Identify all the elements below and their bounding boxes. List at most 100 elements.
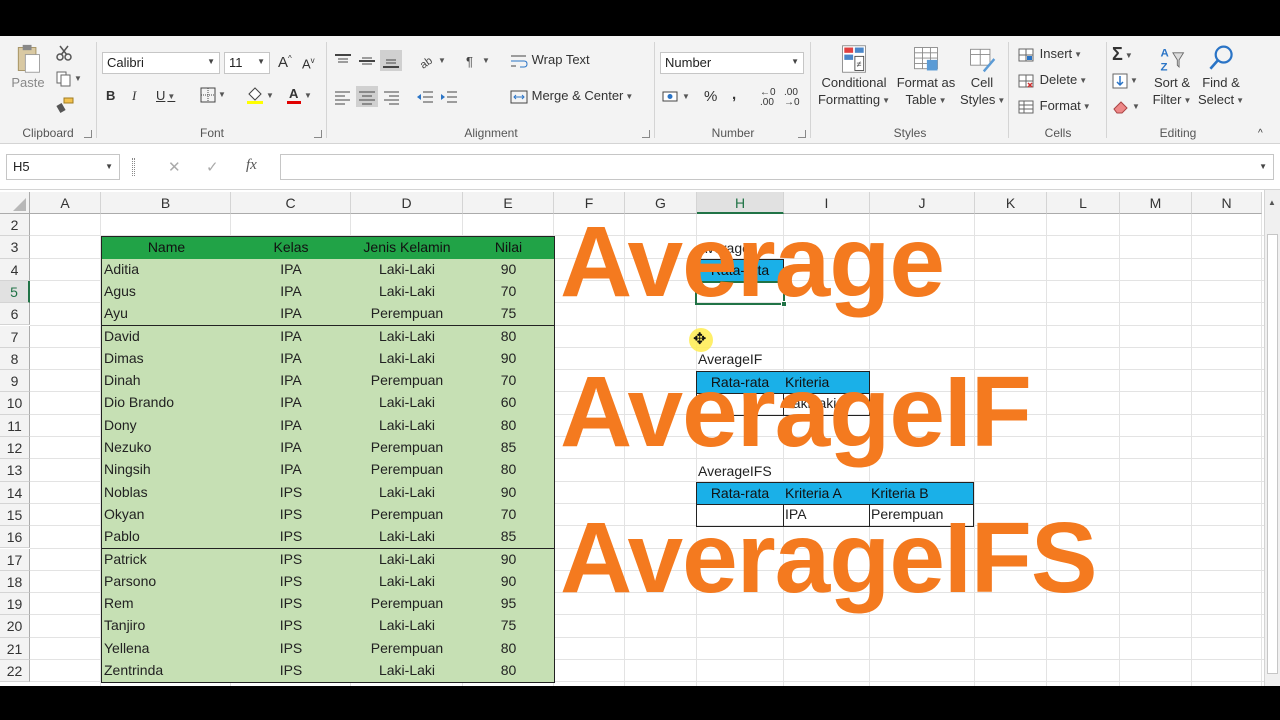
column-header-l[interactable]: L — [1047, 192, 1120, 214]
alignment-launcher[interactable] — [642, 130, 650, 138]
table-cell-nilai[interactable]: 90 — [463, 347, 555, 372]
table-cell-jenis-kelamin[interactable]: Perempuan — [351, 437, 464, 461]
number-format-select[interactable]: Number ▼ — [660, 52, 804, 74]
font-size-select[interactable]: 11 ▼ — [224, 52, 270, 74]
table-header-name[interactable]: Name — [101, 236, 232, 260]
table-cell-nilai[interactable]: 60 — [463, 392, 555, 416]
row-header-21[interactable]: 21 — [0, 637, 30, 660]
font-name-select[interactable]: Calibri ▼ — [102, 52, 220, 74]
table-cell-kelas[interactable]: IPS — [231, 593, 352, 617]
font-launcher[interactable] — [314, 130, 322, 138]
table-cell-nilai[interactable]: 75 — [463, 615, 555, 639]
row-header-22[interactable]: 22 — [0, 660, 30, 683]
table-cell-name[interactable]: Patrick — [101, 548, 232, 572]
table-cell-kelas[interactable]: IPA — [231, 303, 352, 327]
row-header-4[interactable]: 4 — [0, 258, 30, 281]
table-cell-kelas[interactable]: IPS — [231, 637, 352, 661]
font-color-button[interactable]: A ▼ — [286, 86, 312, 104]
underline-button[interactable]: U ▼ — [156, 88, 175, 103]
table-cell-nilai[interactable]: 90 — [463, 258, 555, 282]
row-header-16[interactable]: 16 — [0, 526, 30, 549]
wrap-text-button[interactable]: Wrap Text — [510, 52, 590, 69]
table-cell-name[interactable]: Okyan — [101, 503, 232, 528]
row-header-15[interactable]: 15 — [0, 503, 30, 527]
format-as-table-button[interactable]: Format as Table ▼ — [894, 44, 958, 109]
table-cell-name[interactable]: Dony — [101, 414, 232, 438]
scrollbar-thumb[interactable] — [1267, 234, 1278, 674]
row-header-17[interactable]: 17 — [0, 548, 30, 571]
row-header-18[interactable]: 18 — [0, 570, 30, 594]
text-direction-button[interactable]: ¶ ▼ — [464, 52, 490, 69]
table-cell-jenis-kelamin[interactable]: Perempuan — [351, 637, 464, 661]
bottom-align-button[interactable] — [380, 50, 402, 71]
table-cell-kelas[interactable]: IPA — [231, 437, 352, 461]
row-header-10[interactable]: 10 — [0, 392, 30, 415]
cell-styles-button[interactable]: Cell Styles ▼ — [960, 44, 1005, 109]
table-cell-kelas[interactable]: IPS — [231, 570, 352, 595]
sort-filter-button[interactable]: A Z Sort & Filter ▼ — [1150, 44, 1194, 109]
cancel-icon[interactable]: ✕ — [168, 158, 181, 176]
autosum-button[interactable]: Σ ▼ — [1112, 44, 1133, 65]
table-cell-nilai[interactable]: 85 — [463, 526, 555, 550]
table-cell-nilai[interactable]: 80 — [463, 414, 555, 438]
column-header-n[interactable]: N — [1192, 192, 1262, 214]
format-painter-button[interactable] — [56, 96, 74, 113]
paste-button[interactable]: Paste — [8, 44, 48, 91]
merge-center-button[interactable]: Merge & Center ▼ — [510, 88, 633, 105]
table-cell-name[interactable]: Parsono — [101, 570, 232, 595]
increase-font-button[interactable]: A^ — [278, 54, 292, 71]
table-cell-nilai[interactable]: 90 — [463, 570, 555, 595]
table-cell-kelas[interactable]: IPA — [231, 347, 352, 372]
row-header-11[interactable]: 11 — [0, 414, 30, 437]
clear-button[interactable]: ▼ — [1112, 98, 1140, 114]
middle-align-button[interactable] — [358, 52, 376, 69]
table-cell-nilai[interactable]: 70 — [463, 280, 555, 305]
table-cell-name[interactable]: Rem — [101, 593, 232, 617]
number-launcher[interactable] — [798, 130, 806, 138]
table-cell-nilai[interactable]: 80 — [463, 325, 555, 349]
table-cell-kelas[interactable]: IPA — [231, 392, 352, 416]
delete-button[interactable]: Delete ▼ — [1018, 72, 1087, 89]
table-cell-kelas[interactable]: IPA — [231, 280, 352, 305]
table-cell-nilai[interactable]: 95 — [463, 593, 555, 617]
table-header-nilai[interactable]: Nilai — [463, 236, 555, 260]
table-cell-jenis-kelamin[interactable]: Laki-Laki — [351, 392, 464, 416]
vertical-scrollbar[interactable]: ▲ — [1264, 190, 1280, 686]
table-cell-jenis-kelamin[interactable]: Laki-Laki — [351, 280, 464, 305]
table-cell-nilai[interactable]: 75 — [463, 303, 555, 327]
scroll-up-icon[interactable]: ▲ — [1268, 198, 1276, 207]
column-header-d[interactable]: D — [351, 192, 463, 214]
row-header-19[interactable]: 19 — [0, 593, 30, 616]
table-cell-name[interactable]: Zentrinda — [101, 660, 232, 684]
borders-button[interactable]: ▼ — [200, 86, 226, 103]
row-header-3[interactable]: 3 — [0, 236, 30, 259]
column-header-e[interactable]: E — [463, 192, 554, 214]
table-cell-jenis-kelamin[interactable]: Laki-Laki — [351, 258, 464, 282]
conditional-formatting-button[interactable]: ≠ Conditional Formatting ▼ — [816, 44, 892, 109]
table-cell-nilai[interactable]: 90 — [463, 481, 555, 505]
decrease-decimal-button[interactable]: .00 →0 — [784, 88, 800, 108]
table-cell-jenis-kelamin[interactable]: Perempuan — [351, 459, 464, 483]
table-cell-name[interactable]: Dinah — [101, 370, 232, 394]
align-right-button[interactable] — [382, 88, 400, 105]
collapse-ribbon-button[interactable]: ^ — [1258, 128, 1263, 139]
insert-button[interactable]: Insert ▼ — [1018, 46, 1082, 63]
cut-button[interactable] — [56, 44, 72, 61]
format-button[interactable]: Format ▼ — [1018, 98, 1091, 115]
table-cell-jenis-kelamin[interactable]: Laki-Laki — [351, 481, 464, 505]
align-left-button[interactable] — [334, 88, 352, 105]
formula-input[interactable]: ▼ — [280, 154, 1274, 180]
table-cell-nilai[interactable]: 80 — [463, 637, 555, 661]
increase-decimal-button[interactable]: ←0.00 — [760, 88, 776, 108]
table-cell-jenis-kelamin[interactable]: Perempuan — [351, 370, 464, 394]
table-cell-jenis-kelamin[interactable]: Laki-Laki — [351, 347, 464, 372]
accounting-format-button[interactable]: ▼ — [662, 88, 690, 105]
table-cell-name[interactable]: Dimas — [101, 347, 232, 372]
table-cell-jenis-kelamin[interactable]: Laki-Laki — [351, 615, 464, 639]
top-align-button[interactable] — [334, 52, 352, 69]
table-cell-kelas[interactable]: IPS — [231, 503, 352, 528]
row-header-5[interactable]: 5 — [0, 280, 30, 304]
column-header-c[interactable]: C — [231, 192, 351, 214]
align-center-button[interactable] — [356, 86, 378, 107]
bold-button[interactable]: B — [106, 88, 115, 103]
